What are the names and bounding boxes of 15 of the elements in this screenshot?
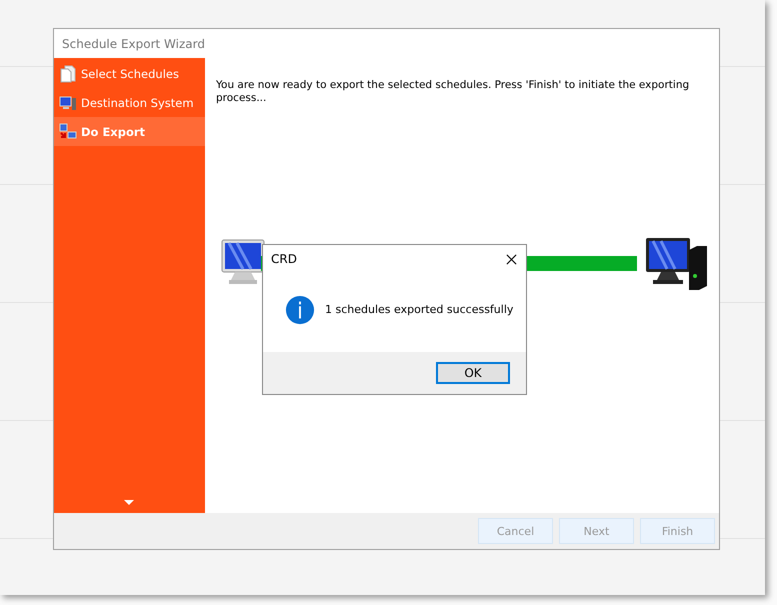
scroll-down-icon[interactable] (124, 500, 134, 506)
computer-icon (645, 236, 709, 290)
info-icon (285, 294, 315, 324)
close-icon[interactable] (506, 254, 517, 264)
dialog-title: CRD (271, 252, 297, 266)
window-title: Schedule Export Wizard (62, 36, 205, 50)
sidebar-item[interactable]: Destination System (54, 88, 205, 117)
computer-icon (59, 94, 77, 112)
pages-icon (59, 64, 77, 82)
sidebar-item[interactable]: Select Schedules (54, 59, 205, 88)
ok-button[interactable]: OK (436, 362, 510, 384)
export-icon (59, 122, 77, 140)
instruction-text: You are now ready to export the selected schedules. Press 'Finish' to initiate the exporting process... (216, 79, 690, 105)
dialog-message: 1 schedules exported successfully (325, 303, 514, 316)
sidebar-item[interactable]: Do Export (54, 117, 205, 146)
